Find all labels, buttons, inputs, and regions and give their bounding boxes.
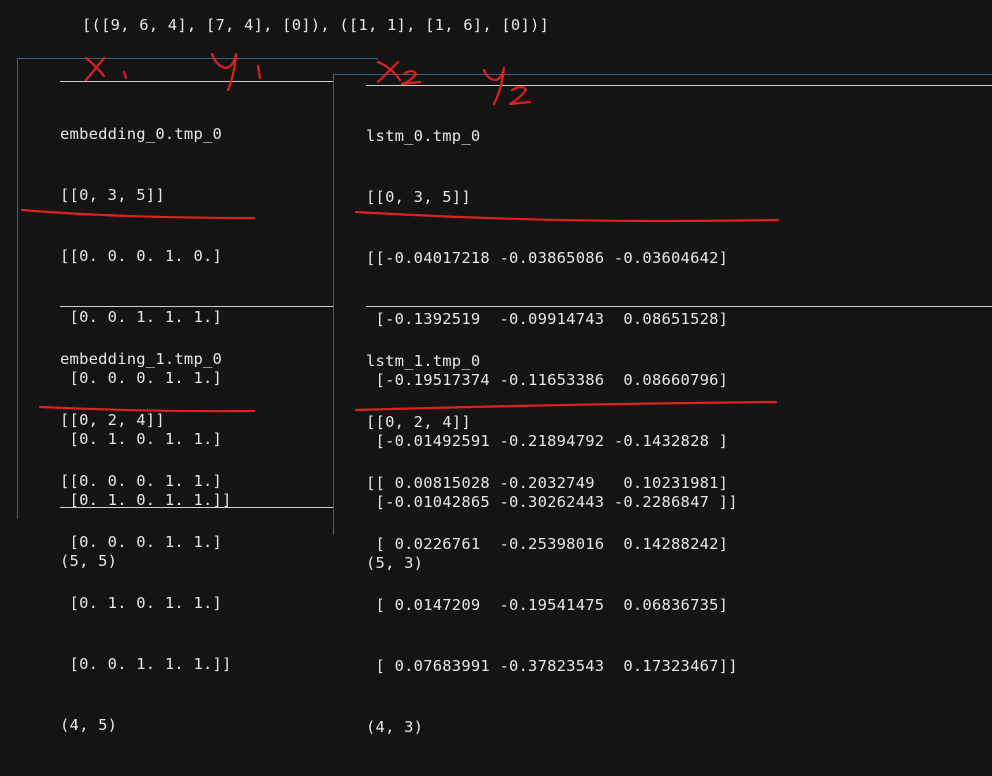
lstm-output-panel: lstm_0.tmp_0 [[0, 3, 5]] [[-0.04017218 -…	[333, 74, 992, 736]
matrix-row: [[0. 0. 0. 1. 1.]	[60, 472, 223, 490]
shape-line: (4, 5)	[60, 716, 118, 734]
lstm-1-block: lstm_1.tmp_0 [[0, 2, 4]] [[ 0.00815028 -…	[366, 313, 738, 776]
separator-top	[60, 81, 380, 82]
lod-line: [[0, 3, 5]]	[366, 188, 471, 206]
separator-middle	[60, 306, 380, 307]
embedding-output-panel: embedding_0.tmp_0 [[0, 3, 5]] [[0. 0. 0.…	[17, 58, 380, 734]
separator-top	[366, 85, 992, 86]
matrix-row: [ 0.0226761 -0.25398016 0.14288242]	[366, 535, 729, 553]
matrix-row: [0. 1. 0. 1. 1.]	[60, 594, 223, 612]
matrix-row: [0. 0. 0. 1. 1.]	[60, 533, 223, 551]
tensor-name: lstm_1.tmp_0	[366, 352, 481, 370]
matrix-row: [[ 0.00815028 -0.2032749 0.10231981]	[366, 474, 729, 492]
matrix-row: [[0. 0. 0. 1. 0.]	[60, 247, 223, 265]
tensor-name: embedding_1.tmp_0	[60, 350, 223, 368]
tensor-name: lstm_0.tmp_0	[366, 127, 481, 145]
lod-line: [[0, 2, 4]]	[366, 413, 471, 431]
separator-middle	[366, 306, 992, 307]
matrix-row: [ 0.0147209 -0.19541475 0.06836735]	[366, 596, 729, 614]
separator-bottom	[60, 507, 380, 508]
matrix-row: [0. 0. 1. 1. 1.]]	[60, 655, 232, 673]
lod-line: [[0, 3, 5]]	[60, 186, 165, 204]
matrix-row: [[-0.04017218 -0.03865086 -0.03604642]	[366, 249, 729, 267]
tensor-name: embedding_0.tmp_0	[60, 125, 223, 143]
lod-line: [[0, 2, 4]]	[60, 411, 165, 429]
embedding-1-block: embedding_1.tmp_0 [[0, 2, 4]] [[0. 0. 0.…	[60, 311, 232, 774]
matrix-row: [ 0.07683991 -0.37823543 0.17323467]]	[366, 657, 738, 675]
shape-line: (4, 3)	[366, 718, 424, 736]
output-tuple-line: [([9, 6, 4], [7, 4], [0]), ([1, 1], [1, …	[82, 16, 550, 34]
